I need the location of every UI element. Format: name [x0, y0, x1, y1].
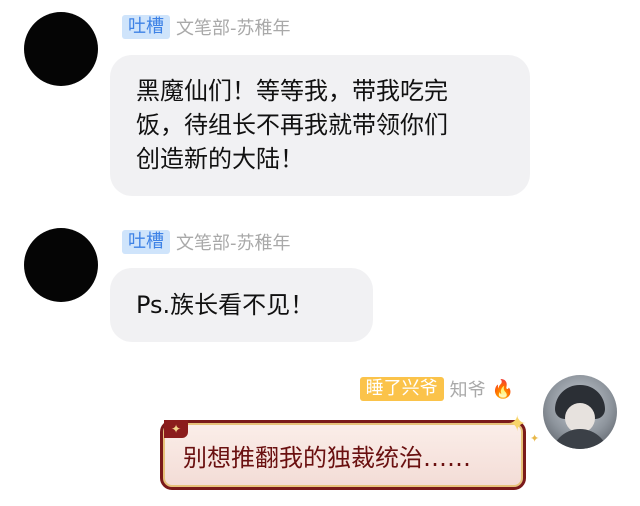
fire-icon: 🔥	[491, 378, 514, 400]
member-title-tag: 吐槽	[122, 230, 170, 254]
message-text-line: 创造新的大陆！	[136, 145, 304, 173]
member-title-tag: 睡了兴爷	[359, 377, 444, 401]
sender-name[interactable]: 文笔部-苏稚年	[176, 14, 291, 40]
message-header: 吐槽 文笔部-苏稚年	[122, 14, 291, 40]
message-text-line: 黑魔仙们！等等我，带我吃完	[136, 77, 448, 105]
message-bubble[interactable]: 别想推翻我的独裁统治……	[160, 420, 526, 490]
avatar-body	[551, 429, 609, 449]
bubble-corner-decoration: ✦	[164, 420, 188, 438]
sparkle-icon: ✦	[530, 432, 540, 445]
message-text-line: Ps.族长看不见！	[136, 291, 315, 319]
message-bubble[interactable]: Ps.族长看不见！	[110, 268, 373, 342]
member-title-tag: 吐槽	[122, 15, 170, 39]
sender-name[interactable]: 文笔部-苏稚年	[176, 229, 291, 255]
avatar[interactable]	[24, 228, 98, 302]
avatar[interactable]	[543, 375, 617, 449]
sparkle-icon: ✦	[508, 412, 527, 437]
message-header: 睡了兴爷 知爷 🔥	[359, 376, 514, 402]
sender-name[interactable]: 知爷	[450, 376, 486, 402]
message-bubble[interactable]: 黑魔仙们！等等我，带我吃完 饭，待组长不再我就带领你们 创造新的大陆！	[110, 55, 530, 196]
message-text-line: 饭，待组长不再我就带领你们	[136, 111, 448, 139]
message-header: 吐槽 文笔部-苏稚年	[122, 229, 291, 255]
avatar[interactable]	[24, 12, 98, 86]
message-text-line: 别想推翻我的独裁统治……	[183, 444, 471, 472]
